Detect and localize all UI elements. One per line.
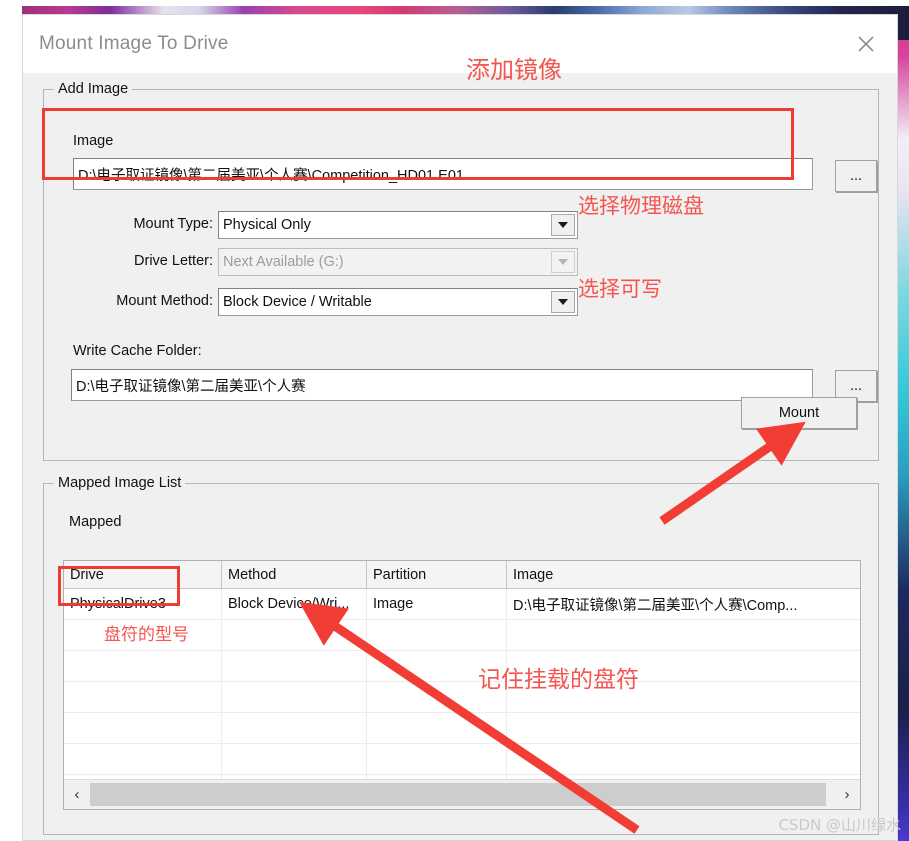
table-header-row: Drive Method Partition Image [64,561,860,589]
chevron-down-icon[interactable] [551,291,575,313]
write-cache-folder-input[interactable]: D:\电子取证镜像\第二届美亚\个人赛 [71,369,813,401]
table-empty-row[interactable] [64,713,860,744]
chevron-left-icon[interactable]: ‹ [64,780,90,809]
mount-button[interactable]: Mount [741,397,857,429]
chevron-right-icon[interactable]: › [834,780,860,809]
mount-type-value: Physical Only [223,217,311,233]
cell-empty [367,620,507,650]
dialog-titlebar: Mount Image To Drive [23,15,897,73]
mount-method-value: Block Device / Writable [223,294,372,310]
write-cache-folder-label: Write Cache Folder: [73,343,202,359]
annotation-drive-model: 盘符的型号 [104,625,189,645]
annotation-select-writable: 选择可写 [578,277,662,301]
column-header-drive[interactable]: Drive [64,561,222,588]
table-empty-row[interactable] [64,682,860,713]
mount-image-dialog: Mount Image To Drive Add Image Image D:\… [22,14,898,841]
image-browse-button[interactable]: ... [835,160,877,192]
image-path-input[interactable]: D:\电子取证镜像\第二届美亚\个人赛\Competition_HD01.E01 [73,158,813,190]
cell-empty [507,744,860,774]
table-empty-row[interactable] [64,744,860,775]
table-row[interactable]: PhysicalDrive3 Block Device/Wri... Image… [64,589,860,620]
cell-partition: Image [367,589,507,619]
dialog-title: Mount Image To Drive [39,33,229,54]
column-header-partition[interactable]: Partition [367,561,507,588]
table-empty-row[interactable] [64,651,860,682]
scrollbar-track[interactable] [826,783,834,806]
close-icon[interactable] [847,27,885,61]
chevron-down-icon[interactable] [551,251,575,273]
cell-method: Block Device/Wri... [222,589,367,619]
cell-image: D:\电子取证镜像\第二届美亚\个人赛\Comp... [513,597,798,614]
annotation-remember-drive: 记住挂载的盘符 [478,667,639,693]
scrollbar-thumb[interactable] [90,783,826,806]
cell-empty [222,713,367,743]
cell-empty [222,651,367,681]
add-image-group-legend: Add Image [54,81,133,97]
mapped-image-list-legend: Mapped Image List [54,475,186,491]
drive-letter-value: Next Available (G:) [223,254,344,270]
cell-empty [64,713,222,743]
annotation-select-physical-disk: 选择物理磁盘 [578,194,704,218]
mount-method-select[interactable]: Block Device / Writable [218,288,578,316]
cell-empty [367,713,507,743]
mount-type-label: Mount Type: [133,216,213,232]
cell-empty [64,744,222,774]
annotation-add-image: 添加镜像 [466,56,562,84]
cell-drive: PhysicalDrive3 [64,589,222,619]
drive-letter-select[interactable]: Next Available (G:) [218,248,578,276]
cell-empty [507,713,860,743]
cell-empty [507,620,860,650]
image-label: Image [73,133,114,149]
cell-empty [222,620,367,650]
csdn-watermark: CSDN @山川绿水 [778,816,901,834]
cell-empty [222,682,367,712]
cell-empty [64,682,222,712]
cell-empty [367,744,507,774]
drive-letter-label: Drive Letter: [134,253,213,269]
column-header-image[interactable]: Image [507,561,860,588]
mount-method-label: Mount Method: [116,293,213,309]
cell-empty [222,744,367,774]
cell-empty [64,651,222,681]
horizontal-scrollbar[interactable]: ‹ › [64,779,860,809]
mapped-image-table[interactable]: Drive Method Partition Image PhysicalDri… [63,560,861,810]
mapped-label: Mapped [69,514,122,530]
mount-type-select[interactable]: Physical Only [218,211,578,239]
chevron-down-icon[interactable] [551,214,575,236]
column-header-method[interactable]: Method [222,561,367,588]
